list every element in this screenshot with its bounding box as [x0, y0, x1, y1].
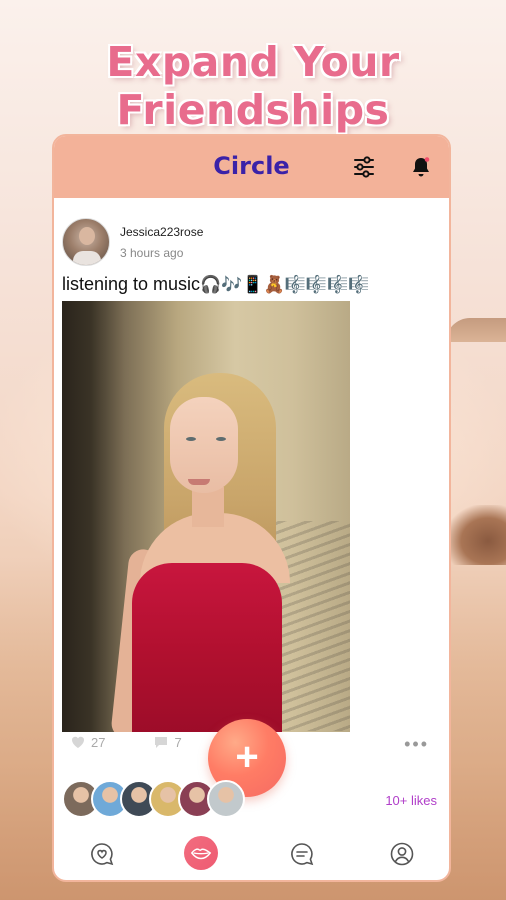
- photo-eye-right: [216, 437, 226, 441]
- comment-icon: [155, 737, 168, 748]
- avatar[interactable]: [62, 218, 110, 266]
- author-name[interactable]: Jessica223rose: [120, 225, 203, 239]
- like-count: 27: [91, 734, 106, 750]
- nav-profile[interactable]: [388, 840, 416, 868]
- liker-avatar[interactable]: [207, 780, 245, 818]
- likes-count-label[interactable]: 10+ likes: [385, 793, 437, 808]
- nav-messages[interactable]: [288, 840, 316, 868]
- background-headland: [446, 318, 506, 342]
- comment-button[interactable]: 7: [153, 734, 182, 750]
- background-rock: [446, 505, 506, 565]
- photo-eye-left: [186, 437, 196, 441]
- author-meta: Jessica223rose 3 hours ago: [120, 225, 203, 260]
- promo-headline: Expand Your Friendships: [106, 38, 400, 134]
- app-header: Circle: [54, 136, 449, 198]
- heart-icon: [71, 736, 85, 748]
- chat-heart-icon: [91, 843, 114, 866]
- caption-faded-emojis: 🎼🎼🎼🎼: [284, 275, 370, 295]
- photo-neck: [192, 487, 224, 527]
- bell-icon[interactable]: [409, 155, 433, 179]
- avatar-face: [79, 227, 95, 245]
- post-stats: 27 7: [70, 734, 182, 750]
- more-dots-icon[interactable]: •••: [404, 734, 429, 755]
- lips-icon: [190, 848, 212, 860]
- plus-icon: +: [235, 734, 259, 779]
- post-timestamp: 3 hours ago: [120, 245, 184, 260]
- nav-circle[interactable]: [184, 836, 218, 870]
- avatar-shirt: [73, 251, 101, 265]
- post-photo[interactable]: [62, 301, 350, 732]
- profile-icon: [390, 842, 414, 866]
- caption-text: listening to music: [62, 274, 201, 294]
- like-button[interactable]: 27: [70, 734, 105, 750]
- nav-moments[interactable]: [88, 840, 116, 868]
- photo-mouth: [188, 479, 210, 485]
- caption-emojis: 🎧🎶📱🧸: [200, 275, 285, 295]
- post-author[interactable]: Jessica223rose 3 hours ago: [62, 218, 203, 266]
- comment-count: 7: [174, 734, 182, 750]
- messages-icon: [291, 843, 314, 866]
- likers-avatars[interactable]: [62, 780, 252, 820]
- sliders-icon[interactable]: [352, 155, 376, 179]
- post-caption: listening to music🎧🎶📱🧸🎼🎼🎼🎼: [62, 274, 369, 295]
- photo-red-top: [132, 563, 282, 732]
- page-title: Circle: [213, 152, 290, 180]
- bottom-nav: [54, 830, 449, 880]
